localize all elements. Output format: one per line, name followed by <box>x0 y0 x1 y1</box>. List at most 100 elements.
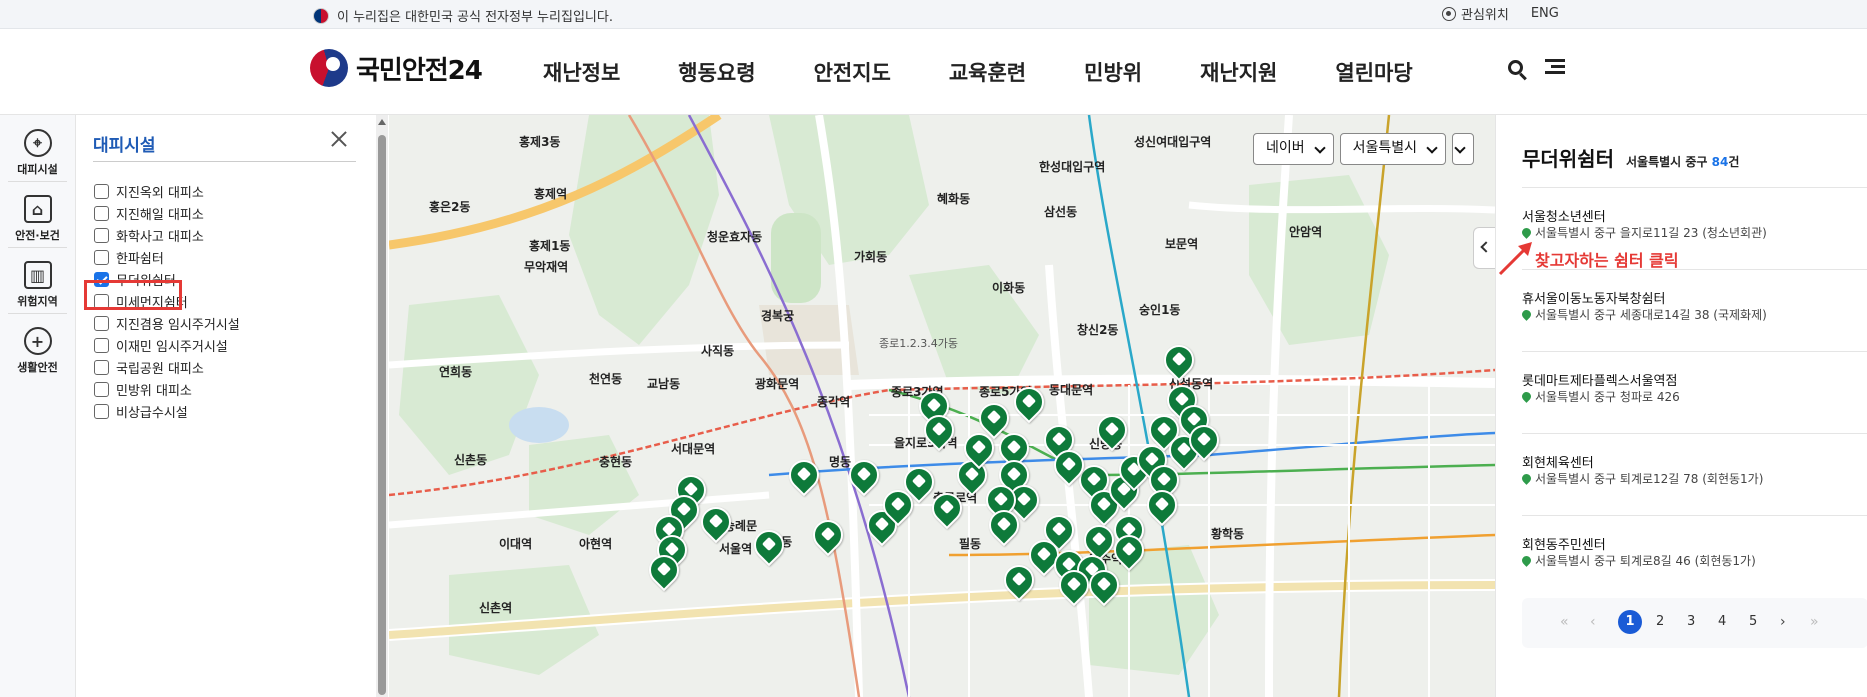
checkbox[interactable] <box>94 338 109 353</box>
filter-option-earthquake-outdoor[interactable]: 지진옥외 대피소 <box>94 182 204 201</box>
shelter-name[interactable]: 서울청소년센터 <box>1522 206 1606 225</box>
site-logo[interactable]: 국민안전24 <box>310 49 483 87</box>
map-label: 광화문역 <box>755 377 800 391</box>
page-number[interactable]: 5 <box>1749 614 1757 629</box>
filter-scrollbar[interactable] <box>376 115 388 697</box>
filter-option-civil-defense[interactable]: 민방위 대피소 <box>94 380 192 399</box>
panel-title: 무더위쉼터 <box>1522 147 1614 171</box>
map-label: 이화동 <box>992 281 1026 295</box>
filter-option-victim-temp-housing[interactable]: 이재민 임시주거시설 <box>94 336 228 355</box>
shelter-pin[interactable] <box>782 453 826 497</box>
nav-action-guide[interactable]: 행동요령 <box>678 57 755 87</box>
shelter-pin[interactable] <box>1157 338 1201 382</box>
leftnav-item-life[interactable]: + 생활안전 <box>0 327 75 375</box>
leftnav-item-shelter[interactable]: ⌖ 대피시설 <box>0 129 75 177</box>
checkbox[interactable] <box>94 404 109 419</box>
page-number[interactable]: 2 <box>1656 614 1664 629</box>
main-nav: 재난정보 행동요령 안전지도 교육훈련 민방위 재난지원 열린마당 <box>543 57 1471 87</box>
shelter-pin[interactable] <box>642 548 686 592</box>
collapse-panel-button[interactable] <box>1473 227 1495 269</box>
checkbox[interactable] <box>94 316 109 331</box>
prev-page-icon[interactable]: ‹ <box>1590 614 1596 630</box>
map-view[interactable]: 홍제3동 홍제역 홍은2동 홍제1동 무악재역 청운효자동 경복궁 사직동 혜화… <box>389 115 1495 697</box>
nav-civil-defense[interactable]: 민방위 <box>1084 57 1142 87</box>
next-page-icon[interactable]: › <box>1780 614 1786 630</box>
checkbox[interactable] <box>94 228 109 243</box>
page-current[interactable]: 1 <box>1618 610 1642 634</box>
shelter-pin[interactable] <box>982 503 1026 547</box>
map-label: 연희동 <box>439 365 473 379</box>
shelter-pin[interactable] <box>1140 483 1184 527</box>
scroll-thumb[interactable] <box>378 135 386 695</box>
shelter-name[interactable]: 휴서울이동노동자북창쉼터 <box>1522 288 1666 307</box>
shelter-pin[interactable] <box>1007 380 1051 424</box>
location-pin-icon <box>1520 308 1533 321</box>
map-label: 홍제3동 <box>519 135 561 149</box>
list-item[interactable]: 회현동주민센터 서울특별시 중구 퇴계로8길 46 (회현동1가) <box>1520 515 1867 598</box>
map-label: 무악재역 <box>524 260 569 274</box>
shelter-name[interactable]: 회현동주민센터 <box>1522 534 1606 553</box>
map-label: 청운효자동 <box>707 230 763 244</box>
shelter-address: 서울특별시 중구 청파로 426 <box>1520 388 1680 405</box>
shelter-name[interactable]: 롯데마트제타플렉스서울역점 <box>1522 370 1677 389</box>
shelter-pin[interactable] <box>1090 408 1134 452</box>
nav-open-forum[interactable]: 열린마당 <box>1335 57 1412 87</box>
filter-option-tsunami[interactable]: 지진해일 대피소 <box>94 204 204 223</box>
leftnav-item-health[interactable]: ⌂ 안전·보건 <box>0 195 75 243</box>
leftnav-item-danger[interactable]: ▥ 위험지역 <box>0 261 75 309</box>
shelter-pin[interactable] <box>997 558 1041 602</box>
region-select[interactable]: 서울특별시 <box>1339 133 1447 165</box>
location-pin-icon <box>1520 554 1533 567</box>
logo-text: 국민안전24 <box>356 55 483 86</box>
map-label: 사직동 <box>701 344 735 358</box>
search-icon[interactable] <box>1508 59 1523 75</box>
list-item[interactable]: 회현체육센터 서울특별시 중구 퇴계로12길 78 (회현동1가) <box>1520 433 1867 516</box>
page-number[interactable]: 4 <box>1718 614 1726 629</box>
nav-safety-map[interactable]: 안전지도 <box>814 57 891 87</box>
last-page-icon[interactable]: » <box>1810 614 1819 630</box>
district-select[interactable] <box>1452 133 1475 165</box>
shelter-pin[interactable] <box>1082 563 1126 607</box>
filter-option-chemical[interactable]: 화학사고 대피소 <box>94 226 204 245</box>
nav-disaster-info[interactable]: 재난정보 <box>543 57 620 87</box>
result-count: 84 <box>1711 155 1729 169</box>
checkbox[interactable] <box>94 184 109 199</box>
checkbox[interactable] <box>94 382 109 397</box>
left-category-nav: ⌖ 대피시설 ⌂ 안전·보건 ▥ 위험지역 + 생활안전 <box>0 115 76 697</box>
nav-education[interactable]: 교육훈련 <box>949 57 1026 87</box>
shelter-pin[interactable] <box>694 500 738 544</box>
fav-location-link[interactable]: 관심위치 <box>1442 4 1509 23</box>
shelter-pin[interactable] <box>842 453 886 497</box>
list-item[interactable]: 휴서울이동노동자북창쉼터 서울특별시 중구 세종대로14길 38 (국제화제) <box>1520 269 1867 352</box>
checkbox[interactable] <box>94 250 109 265</box>
result-summary: 서울특별시 중구 84건 <box>1626 155 1740 169</box>
filter-option-emergency-water[interactable]: 비상급수시설 <box>94 402 188 421</box>
checkbox[interactable] <box>94 360 109 375</box>
shelter-pin[interactable] <box>917 408 961 452</box>
shelter-name[interactable]: 회현체육센터 <box>1522 452 1594 471</box>
first-page-icon[interactable]: « <box>1560 614 1569 630</box>
shelter-pin[interactable] <box>747 523 791 567</box>
shelter-pin[interactable] <box>806 513 850 557</box>
menu-icon[interactable] <box>1545 59 1565 75</box>
shelter-pin[interactable] <box>957 426 1001 470</box>
list-item[interactable]: 롯데마트제타플렉스서울역점 서울특별시 중구 청파로 426 <box>1520 351 1867 434</box>
page-number[interactable]: 3 <box>1687 614 1695 629</box>
filter-option-national-park[interactable]: 국립공원 대피소 <box>94 358 204 377</box>
filter-option-earthquake-temp-housing[interactable]: 지진겸용 임시주거시설 <box>94 314 240 333</box>
scroll-up-icon[interactable] <box>378 119 386 125</box>
map-provider-select[interactable]: 네이버 <box>1253 133 1334 165</box>
nav-disaster-support[interactable]: 재난지원 <box>1200 57 1277 87</box>
shelter-pin[interactable] <box>1052 563 1096 607</box>
shelter-pin[interactable] <box>925 486 969 530</box>
shelter-pin[interactable] <box>1182 418 1226 462</box>
close-icon[interactable] <box>329 129 349 149</box>
shelter-pin[interactable] <box>1047 443 1091 487</box>
location-pin-icon <box>1520 390 1533 403</box>
filter-option-cold-shelter[interactable]: 한파쉼터 <box>94 248 164 267</box>
lang-eng-link[interactable]: ENG <box>1531 6 1559 21</box>
checkbox[interactable] <box>94 206 109 221</box>
map-label: 동대문역 <box>1049 383 1094 397</box>
shelter-pin[interactable] <box>897 460 941 504</box>
shelter-pin[interactable] <box>1107 528 1151 572</box>
